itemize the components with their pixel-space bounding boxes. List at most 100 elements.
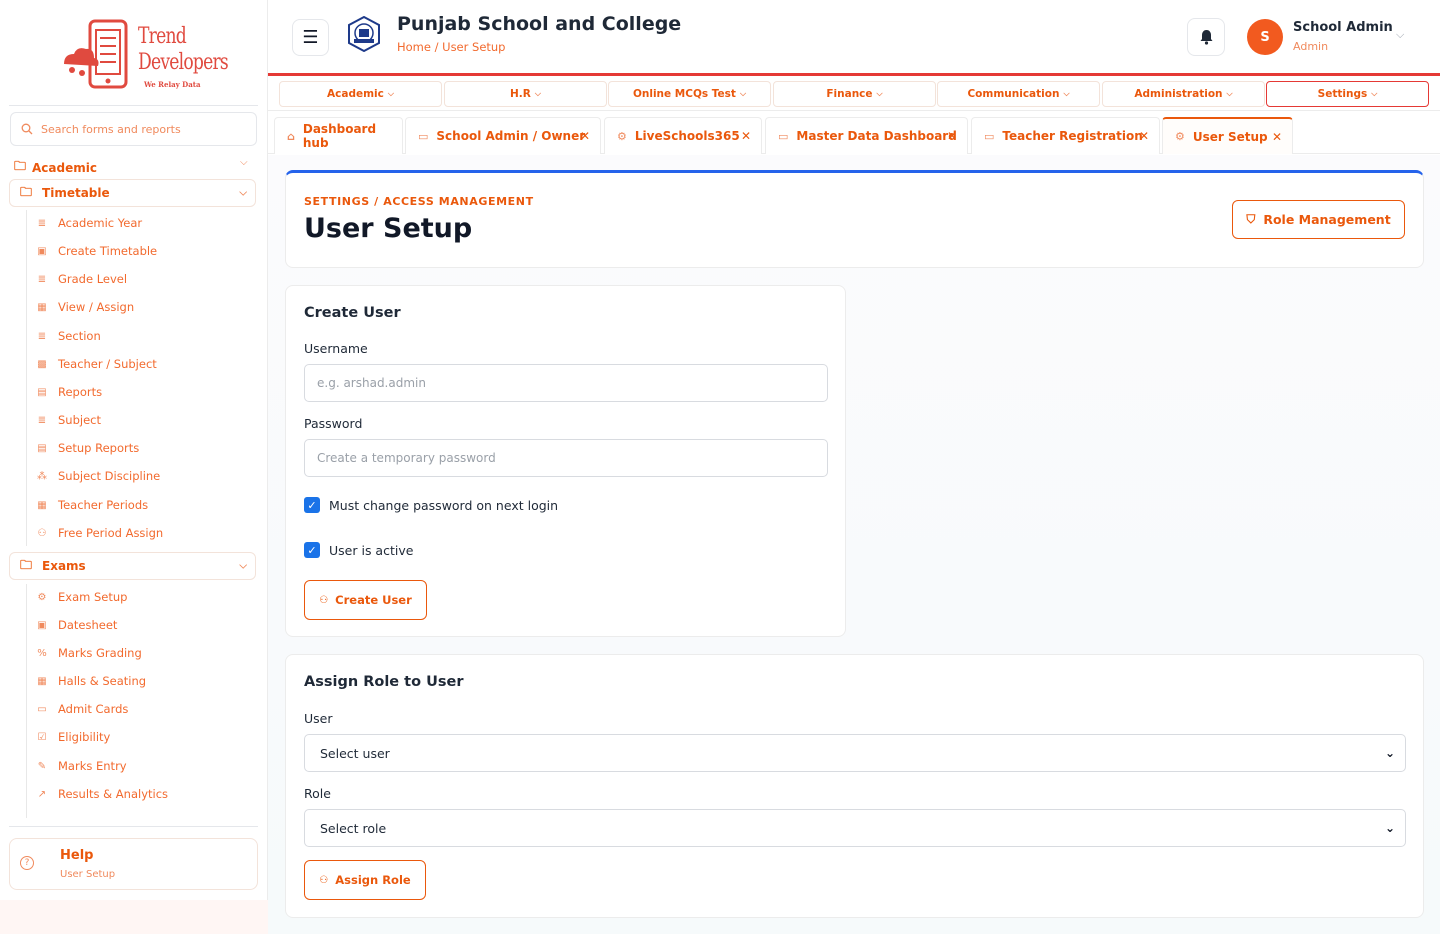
sidebar-item-reports[interactable]: ▤ Reports [36,382,102,402]
close-icon[interactable]: ✕ [580,129,590,143]
user-active-row[interactable]: ✓ User is active [304,542,413,558]
role-select[interactable]: Select role ⌄ [304,809,1406,847]
tab-dashboard-hub[interactable]: ⌂ Dashboard hub [274,117,403,154]
chevron-down-icon: ⌵ [387,89,394,98]
sidebar-item-setup-reports[interactable]: ▤ Setup Reports [36,438,139,458]
sidebar-group-label: Exams [42,559,86,573]
chevron-down-icon: ⌵ [534,89,541,98]
user-select[interactable]: Select user ⌄ [304,734,1406,772]
close-icon[interactable]: ✕ [741,129,751,143]
database-icon: ≣ [37,217,47,229]
bell-icon [1200,30,1212,45]
edit-icon: ✎ [37,760,47,772]
menu-toggle-button[interactable]: ☰ [292,19,329,56]
database-icon: ≣ [37,414,47,426]
table-icon: ▦ [37,301,47,313]
chevron-down-icon[interactable]: ⌵ [1396,28,1404,42]
create-user-button[interactable]: ⚇ Create User [304,580,427,620]
module-academic[interactable]: Academic ⌵ [279,81,442,107]
user-role: Admin [1293,40,1329,53]
sidebar-item-section[interactable]: ≣ Section [36,326,101,346]
sidebar-item-subject-discipline[interactable]: ⁂ Subject Discipline [36,466,160,486]
brand-name-line1: Trend [138,24,187,49]
tab-teacher-registration[interactable]: ▭ Teacher Registration ✕ [971,117,1160,154]
user-active-checkbox[interactable]: ✓ [304,542,320,558]
tab-user-setup[interactable]: ⚙ User Setup ✕ [1162,117,1293,154]
chevron-down-icon: ⌵ [1371,89,1378,98]
must-change-password-checkbox[interactable]: ✓ [304,497,320,513]
sidebar-item-view-assign[interactable]: ▦ View / Assign [36,297,134,317]
module-label: H.R [510,88,531,100]
sidebar-search[interactable] [10,112,257,146]
notifications-button[interactable] [1187,18,1225,56]
module-hr[interactable]: H.R ⌵ [444,81,607,107]
sidebar-item-teacher-subject[interactable]: ▩ Teacher / Subject [36,354,157,374]
sidebar-item-exam-setup[interactable]: ⚙ Exam Setup [36,587,128,607]
id-card-icon: ▭ [37,703,47,715]
sidebar-group-exams[interactable]: 🗀 Exams ⌵ [9,552,256,580]
tab-label: LiveSchools365 [634,129,740,143]
username-label: Username [304,341,368,356]
checkbox-label: Must change password on next login [329,497,559,513]
module-label: Academic [327,88,384,100]
close-icon[interactable]: ✕ [1139,129,1149,143]
module-administration[interactable]: Administration ⌵ [1102,81,1265,107]
tab-liveschools365[interactable]: ⚙ LiveSchools365 ✕ [604,117,762,154]
sidebar-item-halls-seating[interactable]: ▦ Halls & Seating [36,671,146,691]
user-avatar[interactable]: S [1247,19,1283,55]
module-settings[interactable]: Settings ⌵ [1266,81,1429,107]
user-name[interactable]: School Admin [1293,20,1393,35]
sidebar-item-datesheet[interactable]: ▣ Datesheet [36,615,117,635]
sidebar-item-create-timetable[interactable]: ▣ Create Timetable [36,241,157,261]
tab-label: Dashboard hub [302,122,377,150]
sidebar-divider [9,105,258,106]
help-panel[interactable]: ? Help User Setup [9,838,258,890]
brand-logo-icon [64,19,128,89]
tab-school-admin-owner[interactable]: ▭ School Admin / Owner ✕ [405,117,601,154]
chevron-down-icon[interactable]: ⌵ [240,157,248,168]
close-icon[interactable]: ✕ [947,129,957,143]
sidebar-item-academic-year[interactable]: ≣ Academic Year [36,213,142,233]
password-label: Password [304,416,363,431]
school-logo-icon [348,16,380,52]
assign-role-button[interactable]: ⚇ Assign Role [304,860,426,900]
sidebar-item-label: Teacher Periods [58,498,149,512]
module-online-mcqs[interactable]: Online MCQs Test ⌵ [608,81,771,107]
chevron-down-icon: ⌵ [1226,89,1233,98]
help-circle-icon: ? [20,856,34,870]
sidebar-item-eligibility[interactable]: ☑ Eligibility [36,727,111,747]
search-input[interactable] [41,122,241,136]
password-input[interactable] [304,439,828,477]
sidebar-item-results-analytics[interactable]: ↗ Results & Analytics [36,784,168,804]
report-icon: ▤ [37,386,47,398]
sidebar-item-subject[interactable]: ≣ Subject [36,410,101,430]
tab-master-data-dashboard[interactable]: ▭ Master Data Dashboard ✕ [765,117,968,154]
chevron-down-icon: ⌵ [739,89,747,98]
table-icon: ▦ [37,499,47,511]
window-icon: ▭ [984,129,995,143]
username-input[interactable] [304,364,828,402]
sidebar-item-grade-level[interactable]: ≣ Grade Level [36,269,127,289]
breadcrumb: Home / User Setup [397,40,506,54]
window-icon: ▭ [418,129,429,143]
sidebar-item-label: Free Period Assign [58,526,164,540]
sidebar-item-marks-entry[interactable]: ✎ Marks Entry [36,756,127,776]
sidebar-item-label: Reports [58,385,103,399]
gear-icon: ⚙ [37,591,47,603]
sidebar-item-admit-cards[interactable]: ▭ Admit Cards [36,699,128,719]
module-finance[interactable]: Finance ⌵ [773,81,936,107]
sidebar-group-timetable[interactable]: 🗀 Timetable ⌵ [9,179,256,207]
sidebar-item-free-period-assign[interactable]: ⚇ Free Period Assign [36,523,164,543]
close-icon[interactable]: ✕ [1272,130,1282,144]
button-label: Assign Role [335,873,411,887]
role-management-button[interactable]: ⛉ Role Management [1232,200,1405,239]
module-communication[interactable]: Communication ⌵ [937,81,1100,107]
sidebar-divider [9,826,258,827]
sidebar-item-marks-grading[interactable]: % Marks Grading [36,643,142,663]
must-change-password-row[interactable]: ✓ Must change password on next login [304,497,558,513]
brand-tagline: We Relay Data [144,80,201,89]
module-label: Communication [967,88,1060,100]
sidebar-item-teacher-periods[interactable]: ▦ Teacher Periods [36,495,148,515]
sidebar-group-academic[interactable]: 🗀 Academic [14,157,97,178]
button-label: Create User [335,593,412,607]
